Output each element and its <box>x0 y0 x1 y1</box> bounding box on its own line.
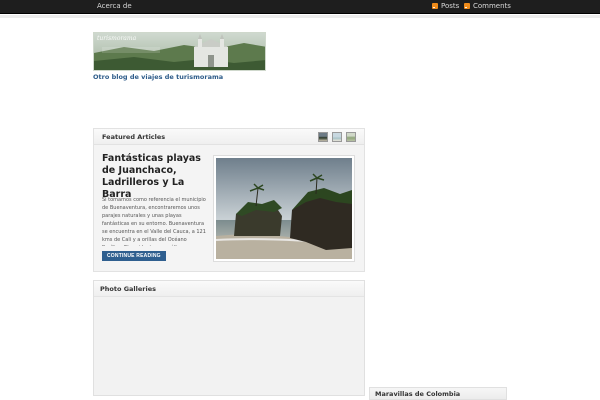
featured-header: Featured Articles <box>94 129 364 145</box>
rss-icon <box>432 3 438 9</box>
logo-text: turismorama <box>97 35 137 42</box>
featured-article-image[interactable] <box>214 156 354 261</box>
thumb-beach-dark-icon[interactable] <box>318 132 328 142</box>
galleries-heading: Photo Galleries <box>100 285 156 293</box>
posts-feed-label: Posts <box>441 2 460 10</box>
galleries-header: Photo Galleries <box>94 281 364 297</box>
site-logo[interactable]: turismorama <box>93 32 266 71</box>
subheader-strip <box>0 15 600 18</box>
sidebar-widget-title: Maravillas de Colombia <box>375 390 461 398</box>
comments-feed-label: Comments <box>473 2 511 10</box>
posts-feed-link[interactable]: Posts <box>432 2 459 10</box>
thumb-beach-light-icon[interactable] <box>332 132 342 142</box>
comments-feed-link[interactable]: Comments <box>464 2 511 10</box>
featured-articles-widget: Featured Articles Fantásticas playas de … <box>93 128 365 272</box>
continue-reading-button[interactable]: CONTINUE READING <box>102 251 166 261</box>
thumb-landscape-icon[interactable] <box>346 132 356 142</box>
top-navigation-bar: Acerca de Posts Comments <box>0 0 600 14</box>
rss-icon <box>464 3 470 9</box>
site-tagline[interactable]: Otro blog de viajes de turismorama <box>93 73 223 81</box>
article-title[interactable]: Fantásticas playas de Juanchaco, Ladrill… <box>102 153 210 201</box>
sidebar-widget: Maravillas de Colombia <box>369 387 507 400</box>
photo-galleries-widget: Photo Galleries <box>93 280 365 396</box>
featured-heading: Featured Articles <box>102 133 166 141</box>
beach-cliff-image-icon <box>216 158 352 259</box>
article-excerpt: Si tomamos como referencia el municipio … <box>102 197 206 246</box>
nav-about-link[interactable]: Acerca de <box>97 2 132 10</box>
